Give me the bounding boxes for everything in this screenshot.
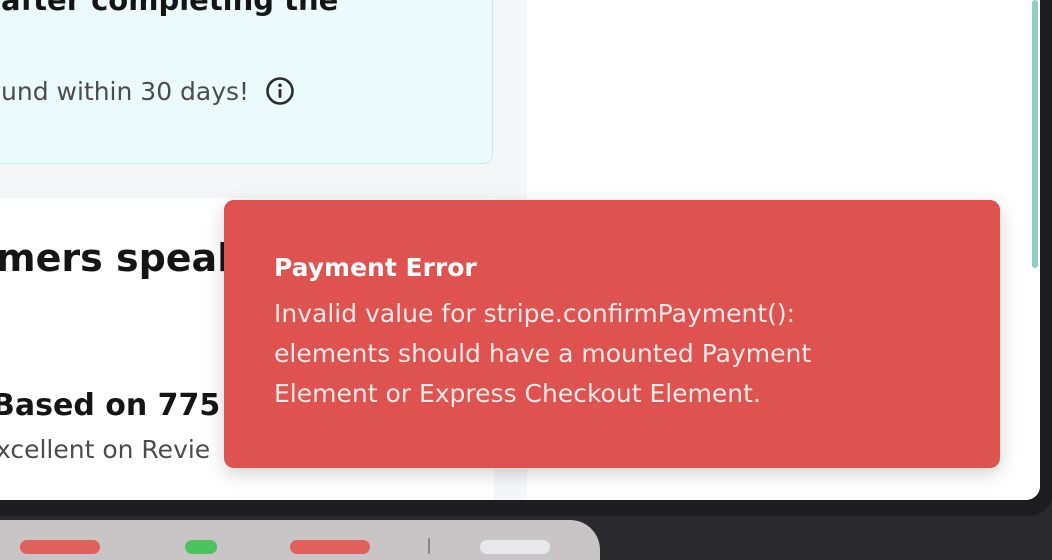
guarantee-card: after completing the und within 30 days! — [0, 0, 493, 164]
guarantee-heading: after completing the — [1, 0, 339, 17]
payment-error-toast[interactable]: Payment Error Invalid value for stripe.c… — [224, 200, 1000, 468]
toast-message: Invalid value for stripe.confirmPayment(… — [274, 299, 812, 408]
dock-app-red[interactable] — [20, 540, 100, 554]
dock-app-light[interactable] — [480, 540, 550, 554]
reviews-rating: xcellent on Revie — [0, 435, 211, 464]
dock-app-red-2[interactable] — [290, 540, 370, 554]
toast-title: Payment Error — [274, 253, 477, 282]
dock-separator — [428, 538, 430, 554]
refund-notice: und within 30 days! — [1, 76, 295, 106]
info-circle-icon[interactable] — [265, 76, 295, 106]
scrollbar-thumb[interactable] — [1032, 0, 1038, 268]
dock-app-green[interactable] — [185, 540, 217, 554]
dock — [0, 520, 600, 560]
refund-text: und within 30 days! — [1, 76, 250, 106]
reviews-heading: mers speak — [0, 236, 243, 280]
reviews-count: Based on 775 r — [0, 388, 246, 423]
